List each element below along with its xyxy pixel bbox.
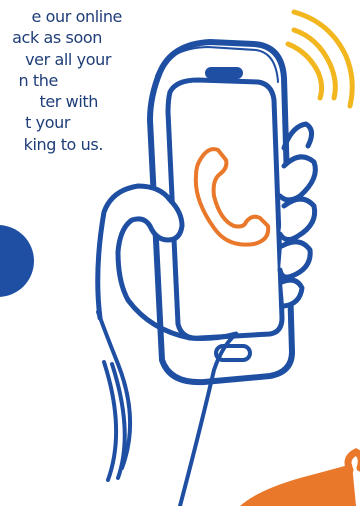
orange-blob [240, 464, 356, 506]
phone-handset-icon [193, 147, 271, 247]
arm-outline [96, 310, 238, 506]
signal-waves-icon [285, 9, 355, 109]
speaker-slot [205, 67, 243, 79]
decorative-dot [0, 225, 34, 297]
page: e our online ack as soon ver all your n … [0, 0, 360, 506]
orange-curl [344, 448, 360, 474]
phone-hand-illustration [0, 9, 360, 506]
hand-outline [95, 121, 318, 341]
